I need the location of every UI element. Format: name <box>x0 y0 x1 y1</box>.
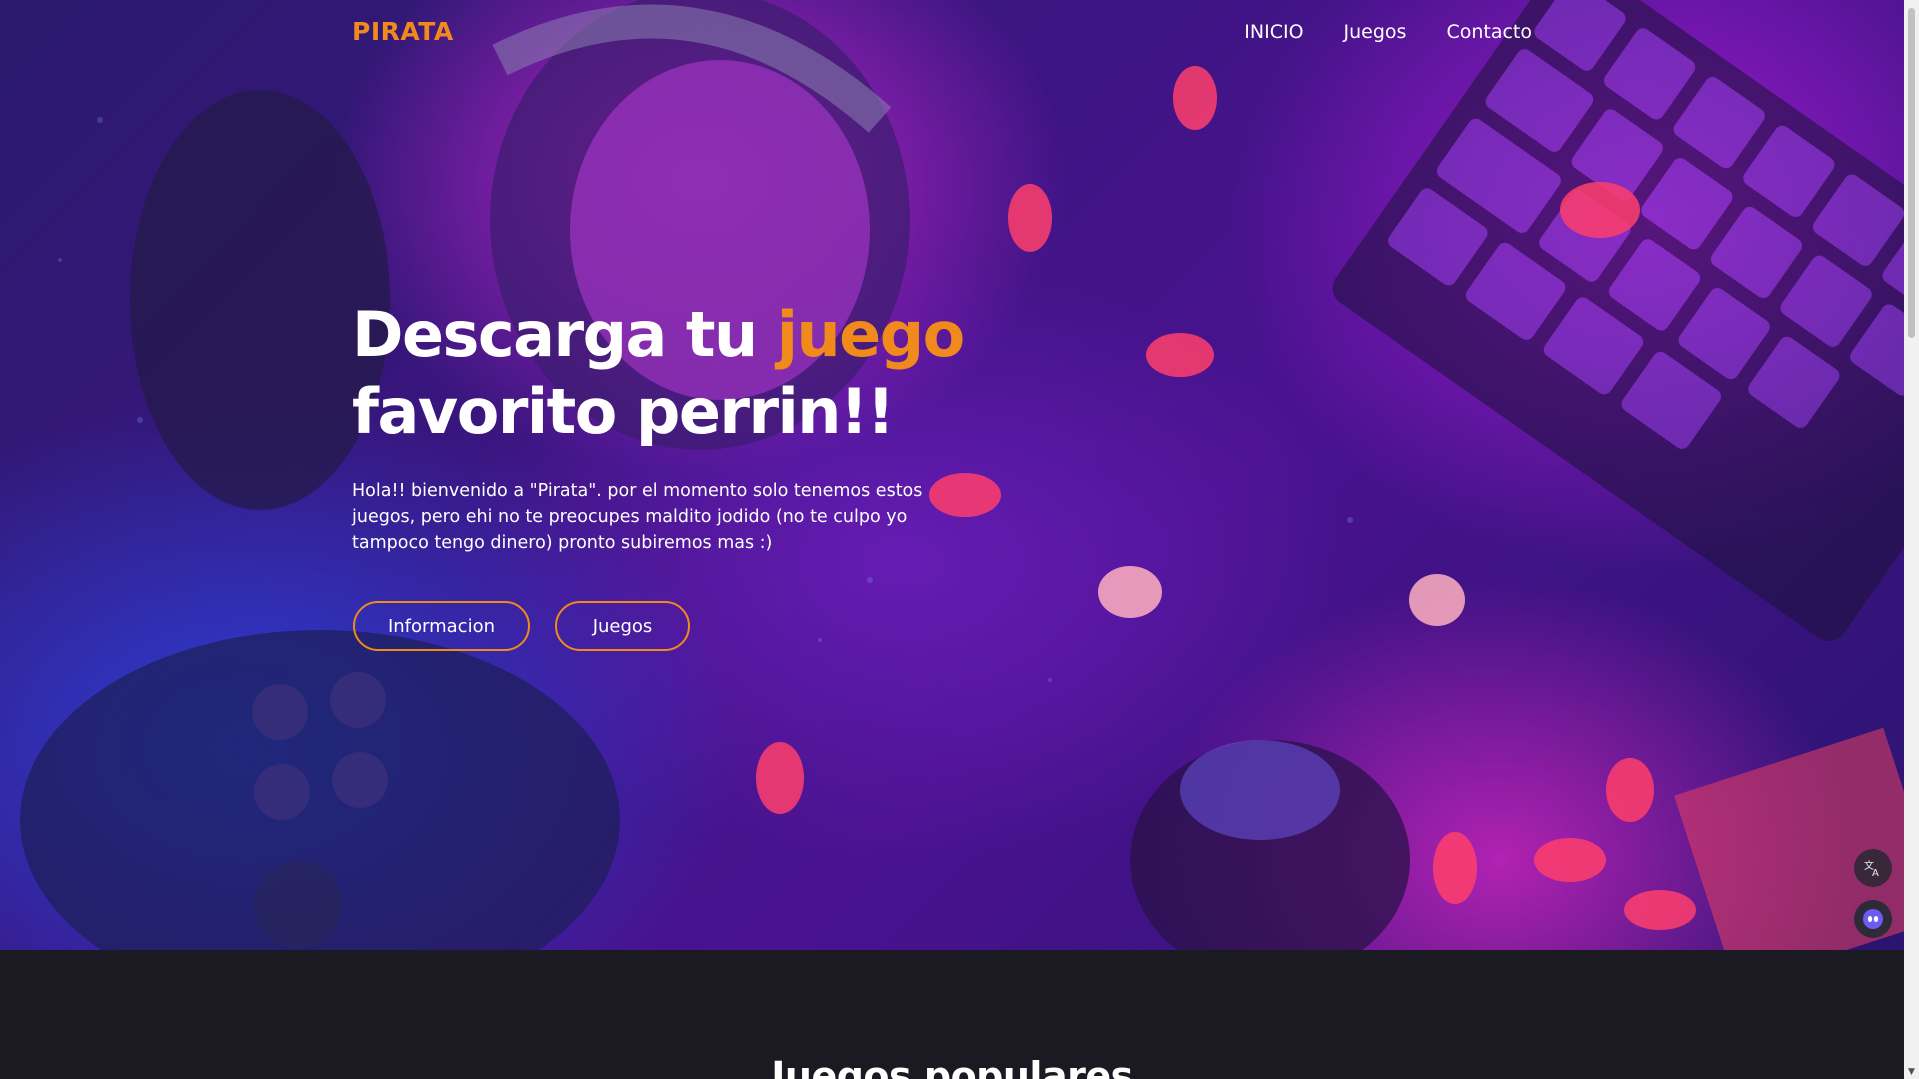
popular-games-section: Juegos populares <box>0 950 1904 1079</box>
hero-intro-text: Hola!! bienvenido a "Pirata". por el mom… <box>352 481 923 553</box>
nav-links: INICIO Juegos Contacto <box>1244 21 1532 43</box>
nav-link-contacto[interactable]: Contacto <box>1446 21 1532 43</box>
translate-icon[interactable]: 文 A <box>1854 849 1892 887</box>
site-logo[interactable]: PIRATA <box>352 17 454 46</box>
nav-link-juegos[interactable]: Juegos <box>1344 21 1407 43</box>
assistant-icon[interactable] <box>1854 900 1892 938</box>
juegos-button[interactable]: Juegos <box>555 601 690 651</box>
headline-part-1: Descarga tu <box>352 298 777 371</box>
hero-section: PIRATA INICIO Juegos Contacto Descarga t… <box>0 0 1904 950</box>
page-scrollbar[interactable]: ▼ <box>1904 0 1919 1079</box>
headline-accent: juego <box>776 298 965 371</box>
translate-glyph-icon: 文 A <box>1864 859 1879 878</box>
hero-headline: Descarga tu juego favorito perrin!! <box>352 296 965 450</box>
scroll-down-icon[interactable]: ▼ <box>1904 1064 1919 1079</box>
hero-background-image <box>20 0 1904 950</box>
svg-text:A: A <box>1872 868 1879 878</box>
popular-games-title: Juegos populares <box>771 1054 1133 1079</box>
informacion-button[interactable]: Informacion <box>353 601 530 651</box>
headline-part-2: favorito perrin!! <box>352 375 895 448</box>
top-navigation: PIRATA INICIO Juegos Contacto <box>0 0 1904 68</box>
assistant-face-icon <box>1863 909 1883 929</box>
scrollbar-thumb[interactable] <box>1908 8 1915 338</box>
page: PIRATA INICIO Juegos Contacto Descarga t… <box>0 0 1919 1079</box>
nav-link-inicio[interactable]: INICIO <box>1244 21 1303 43</box>
